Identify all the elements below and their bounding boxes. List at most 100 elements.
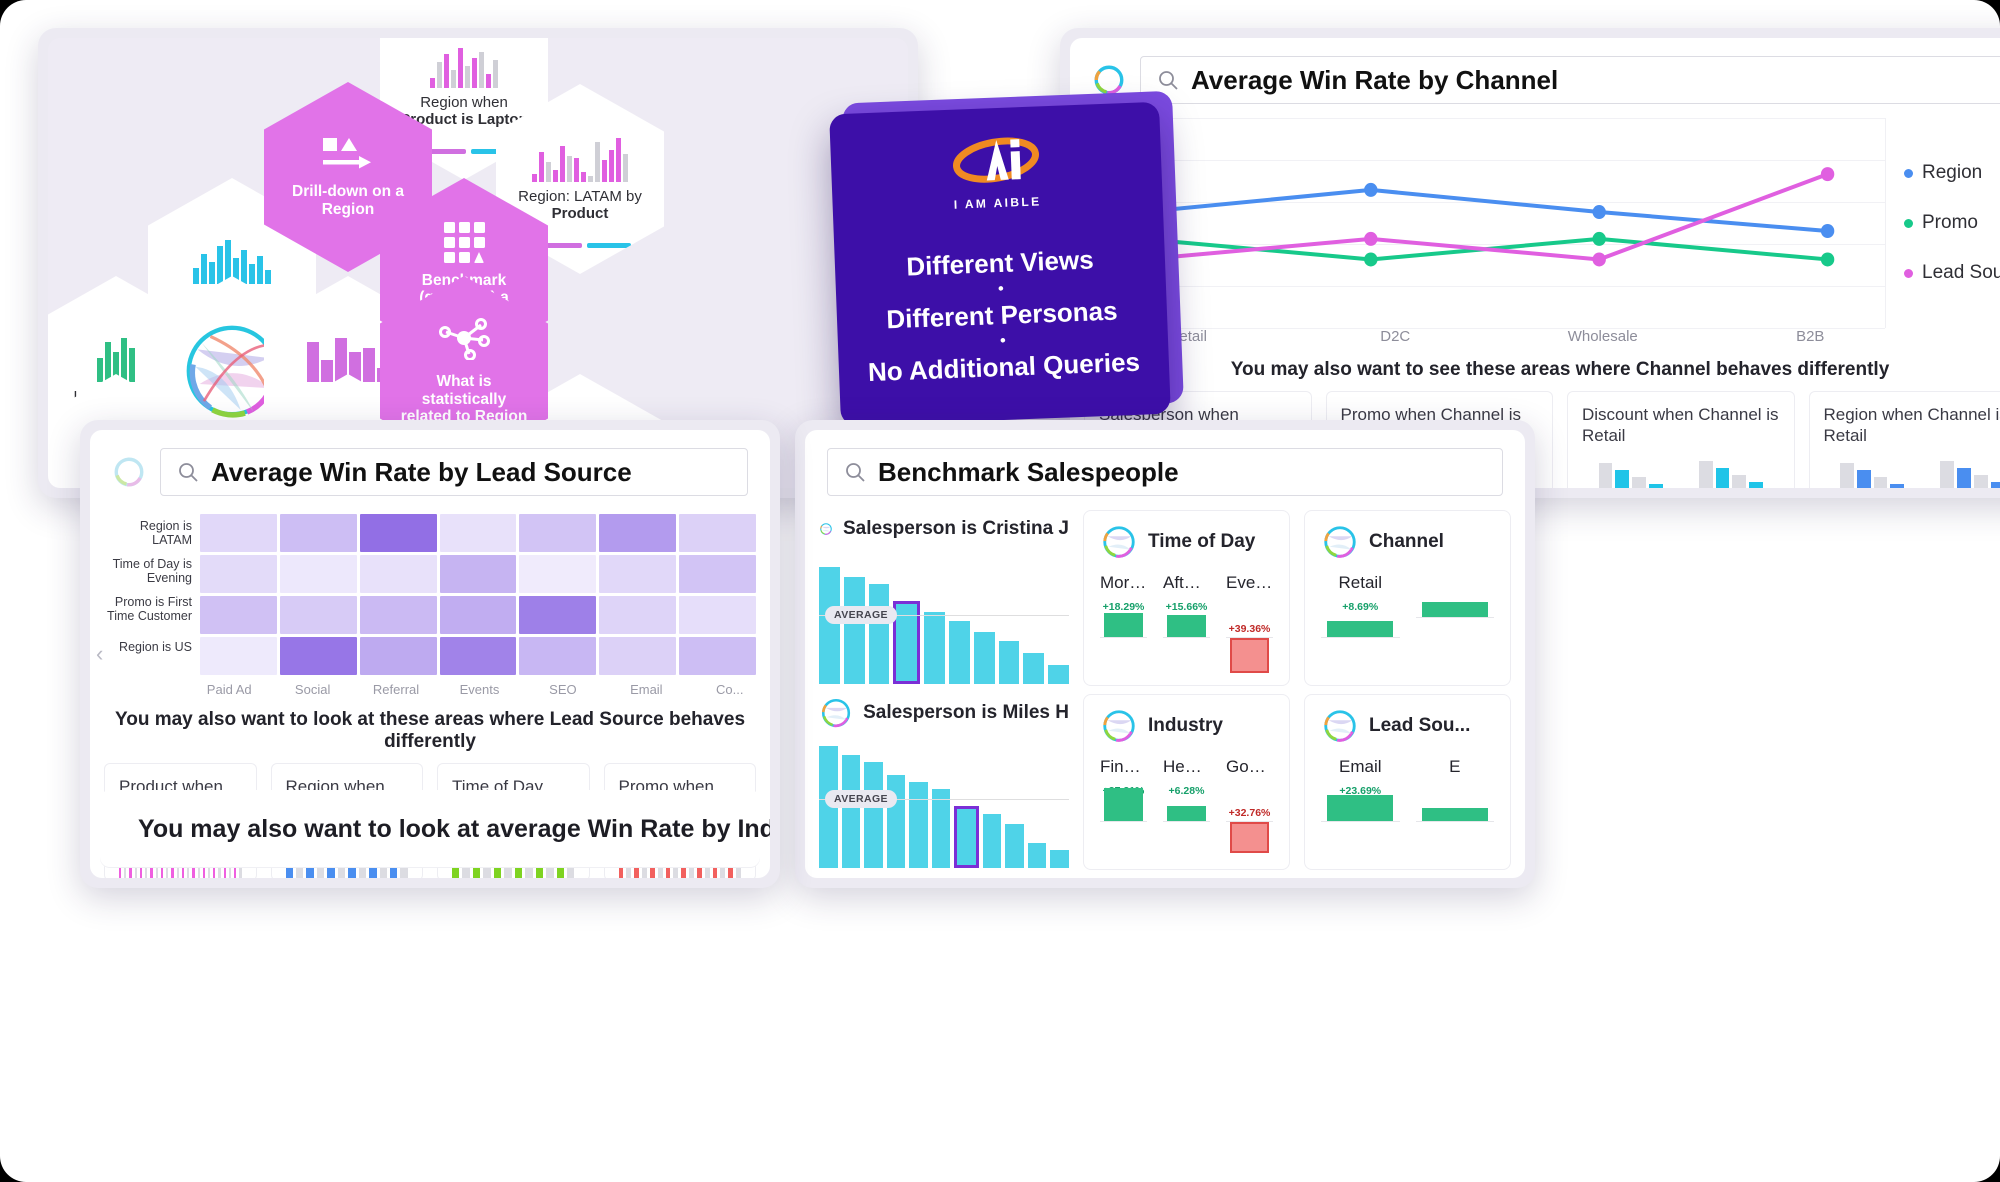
dimension-columns: Email +23.69% E: [1321, 757, 1494, 859]
heatmap-column-label: Co...: [716, 682, 744, 697]
related-area-card[interactable]: Region when Channel is Retail: [1808, 391, 2000, 488]
heatmap-cell[interactable]: [279, 514, 357, 552]
salesperson-header: Salesperson is Cristina J: [819, 510, 1069, 548]
heatmap-cell[interactable]: [519, 514, 597, 552]
bar[interactable]: [982, 813, 1002, 868]
heatmap-grid: [200, 514, 757, 678]
app-stage: Product Lead Source: [0, 0, 2000, 1182]
bar[interactable]: [924, 612, 945, 684]
column-bar-zone: +23.69%: [1321, 785, 1400, 859]
search-input[interactable]: Average Win Rate by Lead Source: [160, 448, 748, 496]
bar[interactable]: [1023, 652, 1045, 684]
bar[interactable]: [1005, 823, 1024, 868]
bar[interactable]: [819, 566, 840, 684]
heatmap-cell[interactable]: [679, 596, 757, 634]
search-value: Benchmark Salespeople: [878, 456, 1179, 487]
heatmap-cell[interactable]: [279, 596, 357, 634]
dimension-title: Channel: [1369, 531, 1444, 552]
card-bar-chart: [1824, 456, 2000, 488]
heatmap-cell[interactable]: [519, 596, 597, 634]
channel-subnote: You may also want to see these areas whe…: [1230, 359, 1890, 380]
dimension-header: Channel: [1321, 523, 1494, 561]
average-badge: AVERAGE: [825, 605, 897, 624]
heatmap-cell[interactable]: [439, 514, 517, 552]
heatmap-cell[interactable]: [279, 637, 357, 675]
bar[interactable]: [841, 754, 861, 868]
bar[interactable]: [886, 774, 906, 868]
bar[interactable]: [973, 632, 995, 684]
heatmap-cell[interactable]: [200, 637, 277, 675]
card-bar-chart: [1582, 456, 1780, 488]
heatmap-cell[interactable]: [439, 637, 517, 675]
column-name: Govern...: [1226, 757, 1273, 776]
heatmap-cell[interactable]: [599, 637, 677, 675]
column-name: Email: [1338, 757, 1382, 776]
heatmap-cell[interactable]: [679, 637, 757, 675]
heatmap-cell[interactable]: [679, 514, 757, 552]
heatmap-cell[interactable]: [439, 555, 517, 593]
baseline: [1415, 617, 1494, 618]
search-icon: [846, 463, 865, 482]
column-bar-zone: +6.28%: [1163, 785, 1210, 859]
heatmap-cell[interactable]: [439, 596, 517, 634]
delta-value: +15.66%: [1165, 601, 1208, 613]
search-icon: [1159, 71, 1178, 90]
legend-item: Region: [1904, 162, 2000, 184]
heatmap-cell[interactable]: [200, 514, 277, 552]
heatmap-column-label: SEO: [549, 682, 577, 697]
related-area-card[interactable]: Discount when Channel is Retail: [1567, 391, 1795, 488]
benchmark-rows: Salesperson is Cristina J AVERAGE Time of …: [805, 502, 1525, 870]
heatmap-cell[interactable]: [359, 555, 437, 593]
callout-dot-1: •: [997, 279, 1005, 299]
baseline: [1100, 821, 1147, 822]
selected-bar[interactable]: [954, 806, 979, 868]
heatmap-cell[interactable]: [279, 555, 357, 593]
heatmap-x-axis: Paid Ad Social Referral Events SEO Email Co...: [189, 682, 770, 697]
heatmap-cell[interactable]: [359, 514, 437, 552]
heatmap-cell[interactable]: [679, 555, 757, 593]
footer-text: You may also want to look at average Win…: [138, 814, 770, 843]
bar[interactable]: [1027, 842, 1047, 868]
benchmark-dimension-card[interactable]: Lead Sou... Email +23.69% E: [1304, 694, 1511, 870]
benchmark-dimension-card[interactable]: Channel Retail +8.69%: [1304, 510, 1511, 686]
bar[interactable]: [998, 641, 1020, 684]
bar[interactable]: [909, 782, 928, 868]
heatmap-cell[interactable]: [519, 555, 597, 593]
dimension-column: Email +23.69%: [1321, 757, 1400, 859]
search-input[interactable]: Benchmark Salespeople: [827, 448, 1503, 496]
heatmap-cell[interactable]: [519, 637, 597, 675]
bar[interactable]: [1048, 665, 1069, 684]
lead-source-heatmap: Region is LATAM Time of Day is Evening Pro…: [104, 514, 757, 678]
column-bar-zone: [1415, 581, 1494, 655]
chord-ring-icon: [1324, 710, 1356, 742]
positive-bar: [1166, 615, 1207, 637]
bar[interactable]: [931, 788, 951, 868]
salesperson-bar-chart: AVERAGE: [819, 742, 1070, 868]
carousel-prev-icon[interactable]: ‹: [96, 641, 103, 667]
heatmap-cell[interactable]: [359, 637, 437, 675]
bar[interactable]: [868, 584, 890, 684]
selected-bar[interactable]: [893, 600, 921, 684]
card-title: Discount when Channel is Retail: [1582, 405, 1779, 446]
heatmap-cell[interactable]: [599, 555, 677, 593]
search-icon: [179, 463, 198, 482]
heatmap-cell[interactable]: [200, 555, 277, 593]
heatmap-row: [200, 637, 757, 675]
bar[interactable]: [1050, 850, 1070, 868]
heatmap-row: [200, 596, 757, 634]
heatmap-cell[interactable]: [599, 596, 677, 634]
lead-footer-banner[interactable]: You may also want to look at average Win…: [100, 790, 770, 868]
heatmap-cell[interactable]: [359, 596, 437, 634]
line-series-layer: [1135, 167, 1835, 267]
salesperson-name: Salesperson is Miles H: [863, 702, 1069, 723]
bar[interactable]: [948, 621, 970, 684]
channel-search-row: Average Win Rate by Channel: [1070, 38, 2000, 112]
callout-line-1: Different Views: [905, 244, 1095, 282]
search-input[interactable]: Average Win Rate by Channel: [1140, 56, 2000, 104]
heatmap-cell[interactable]: [200, 596, 277, 634]
bar[interactable]: [843, 576, 865, 684]
heatmap-cell[interactable]: [599, 514, 677, 552]
benchmark-dimension-card[interactable]: Time of Day Morning +18.29% Afternoon +15.66…: [1083, 510, 1290, 686]
benchmark-dimension-card[interactable]: Industry Finance +37.21% Healthcare +6.28% Go…: [1083, 694, 1290, 870]
bar[interactable]: [864, 762, 883, 868]
